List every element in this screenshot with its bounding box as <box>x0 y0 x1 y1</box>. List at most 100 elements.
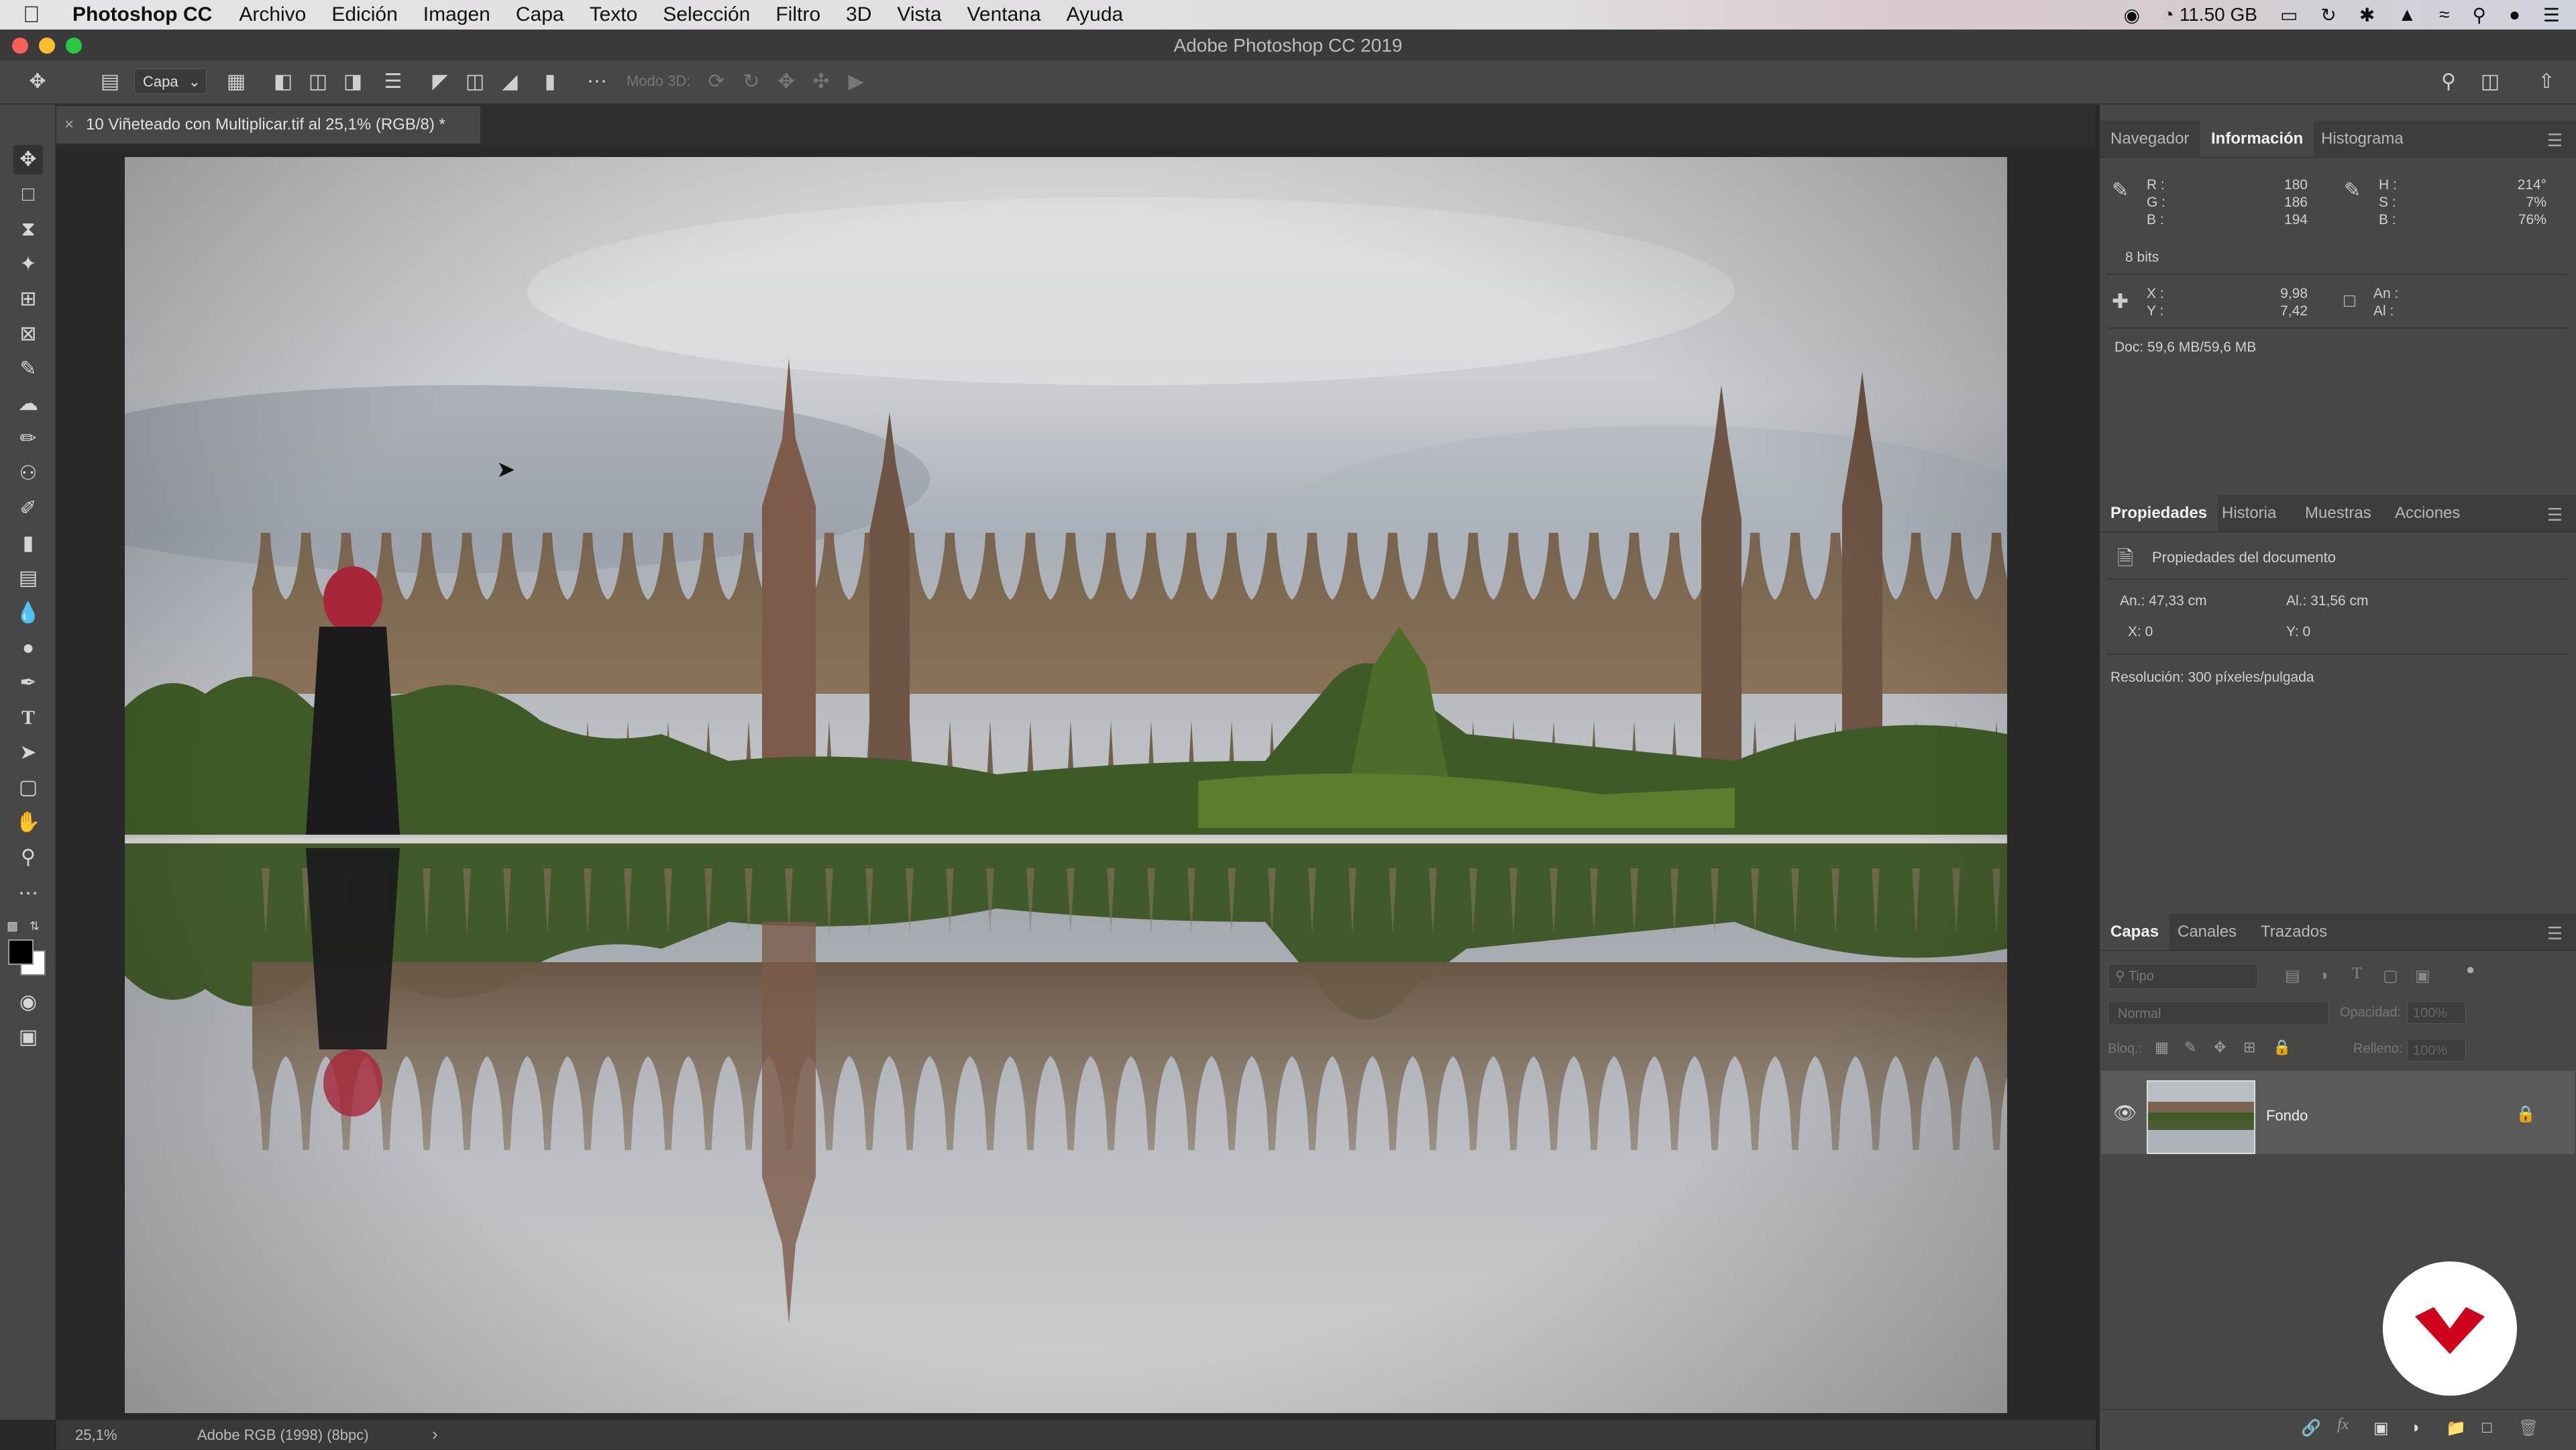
roll-3d-icon[interactable]: ↻ <box>739 70 763 94</box>
more-options-icon[interactable]: ⋯ <box>585 70 609 94</box>
orbit-3d-icon[interactable]: ⟳ <box>704 70 729 94</box>
edit-toolbar-icon[interactable]: ⋯ <box>13 879 43 909</box>
hand-tool-icon[interactable]: ✋ <box>13 808 43 837</box>
new-group-icon[interactable]: 📁 <box>2446 1418 2466 1438</box>
apple-menu-icon[interactable]:  <box>23 2 50 28</box>
foreground-color-swatch[interactable] <box>8 939 34 965</box>
status-menu-arrow-icon[interactable]: › <box>432 1424 438 1445</box>
eyedropper-readout-icon[interactable]: ✎ <box>2112 178 2129 202</box>
panel-menu-icon[interactable]: ☰ <box>2547 923 2563 944</box>
menu-ayuda[interactable]: Ayuda <box>1067 3 1124 26</box>
layer-filter-select[interactable]: ⚲ Tipo <box>2108 964 2258 989</box>
menu-capa[interactable]: Capa <box>516 3 564 26</box>
close-document-icon[interactable]: × <box>64 106 74 144</box>
lock-all-icon[interactable]: 🔒 <box>2273 1039 2291 1056</box>
airplay-icon[interactable]: ▲ <box>2398 4 2416 25</box>
distribute-v-icon[interactable]: ▮ <box>538 70 562 94</box>
layer-name[interactable]: Fondo <box>2266 1107 2308 1125</box>
fill-field[interactable]: 100% <box>2407 1039 2466 1061</box>
path-selection-tool-icon[interactable]: ➤ <box>13 738 43 768</box>
new-layer-icon[interactable]: □ <box>2482 1418 2492 1437</box>
pan-3d-icon[interactable]: ✥ <box>774 70 798 94</box>
menu-3d[interactable]: 3D <box>846 3 871 26</box>
adjustment-layer-icon[interactable]: ◑ <box>2410 1418 2420 1437</box>
clone-stamp-tool-icon[interactable]: ⚇ <box>13 459 43 488</box>
zoom-tool-icon[interactable]: ⚲ <box>13 843 43 872</box>
opacity-field[interactable]: 100% <box>2407 1001 2466 1024</box>
filter-shape-icon[interactable]: ▢ <box>2383 966 2398 986</box>
creative-cloud-icon[interactable]: ◉ <box>2124 4 2140 26</box>
tab-canales[interactable]: Canales <box>2167 914 2247 950</box>
scale-3d-icon[interactable]: ▶ <box>844 70 868 94</box>
menu-app-name[interactable]: Photoshop CC <box>72 3 212 26</box>
quick-mask-icon[interactable]: ◉ <box>13 988 43 1017</box>
memory-status[interactable]: ◔ 11.50 GB <box>2163 4 2257 25</box>
crop-tool-icon[interactable]: ⊞ <box>13 284 43 314</box>
menu-edicion[interactable]: Edición <box>331 3 397 26</box>
visibility-eye-icon[interactable]: 👁 <box>2113 1102 2137 1124</box>
bluetooth-icon[interactable]: ✱ <box>2359 4 2375 26</box>
swap-colors-icon[interactable]: ⇅ <box>30 919 46 935</box>
panel-menu-icon[interactable]: ☰ <box>2547 130 2563 151</box>
rectangle-tool-icon[interactable]: ▢ <box>13 773 43 802</box>
document-image[interactable] <box>125 157 2007 1413</box>
align-left-icon[interactable]: ◧ <box>271 70 295 94</box>
tab-trazados[interactable]: Trazados <box>2250 914 2338 950</box>
tab-acciones[interactable]: Acciones <box>2384 495 2471 531</box>
tab-histograma[interactable]: Histograma <box>2310 121 2414 157</box>
screen-mode-icon[interactable]: ▣ <box>13 1023 43 1052</box>
properties-width[interactable]: An.: 47,33 cm <box>2120 593 2207 609</box>
auto-select-target-select[interactable]: Capa ⌄ <box>134 68 207 94</box>
tab-informacion[interactable]: Información <box>2200 121 2314 157</box>
healing-brush-tool-icon[interactable]: ☁ <box>13 389 43 419</box>
document-tab[interactable]: × 10 Viñeteado con Multiplicar.tif al 25… <box>56 106 480 144</box>
magic-wand-tool-icon[interactable]: ✦ <box>13 250 43 279</box>
menu-seleccion[interactable]: Selección <box>663 3 750 26</box>
tab-propiedades[interactable]: Propiedades <box>2100 495 2218 531</box>
align-right-icon[interactable]: ◨ <box>341 70 365 94</box>
display-icon[interactable]: ▭ <box>2280 4 2298 26</box>
sync-icon[interactable]: ↻ <box>2320 4 2336 26</box>
gradient-tool-icon[interactable]: ▤ <box>13 564 43 593</box>
properties-height[interactable]: Al.: 31,56 cm <box>2286 593 2369 609</box>
panel-menu-icon[interactable]: ☰ <box>2547 505 2563 525</box>
filter-smart-object-icon[interactable]: ▣ <box>2415 966 2430 986</box>
align-middle-v-icon[interactable]: ◫ <box>463 70 487 94</box>
link-layers-icon[interactable]: 🔗 <box>2301 1418 2321 1438</box>
history-brush-tool-icon[interactable]: ✐ <box>13 494 43 523</box>
auto-select-icon[interactable]: ▤ <box>98 70 122 94</box>
spotlight-search-icon[interactable]: ⚲ <box>2472 4 2486 26</box>
zoom-level-field[interactable]: 25,1% <box>75 1427 117 1444</box>
slide-3d-icon[interactable]: ✣ <box>809 70 833 94</box>
default-colors-icon[interactable]: ▩ <box>7 919 23 935</box>
eyedropper-tool-icon[interactable]: ✎ <box>13 354 43 384</box>
tab-navegador[interactable]: Navegador <box>2100 121 2200 157</box>
blur-tool-icon[interactable]: 💧 <box>13 599 43 628</box>
properties-y[interactable]: Y: 0 <box>2286 624 2310 640</box>
lock-position-icon[interactable]: ✥ <box>2214 1039 2226 1056</box>
layer-lock-icon[interactable]: 🔒 <box>2516 1104 2536 1124</box>
tab-capas[interactable]: Capas <box>2100 914 2170 950</box>
move-tool-icon[interactable]: ✥ <box>13 145 43 174</box>
eyedropper-readout-2-icon[interactable]: ✎ <box>2344 178 2361 202</box>
frame-tool-icon[interactable]: ⊠ <box>13 319 43 349</box>
tab-historia[interactable]: Historia <box>2211 495 2287 531</box>
layer-style-icon[interactable]: fx <box>2337 1416 2349 1434</box>
tab-muestras[interactable]: Muestras <box>2294 495 2382 531</box>
menu-imagen[interactable]: Imagen <box>423 3 490 26</box>
distribute-icon[interactable]: ☰ <box>381 70 405 94</box>
menu-texto[interactable]: Texto <box>590 3 638 26</box>
align-bottom-icon[interactable]: ◢ <box>498 70 522 94</box>
move-tool-preset-icon[interactable]: ✥ <box>25 70 50 94</box>
layer-thumbnail[interactable] <box>2147 1080 2255 1154</box>
delete-layer-icon[interactable]: 🗑 <box>2518 1418 2538 1438</box>
marquee-tool-icon[interactable]: □ <box>13 180 43 209</box>
pen-tool-icon[interactable]: ✒ <box>13 668 43 698</box>
share-icon[interactable]: ⇧ <box>2534 70 2559 94</box>
align-top-icon[interactable]: ◤ <box>428 70 452 94</box>
lock-image-icon[interactable]: ✎ <box>2184 1039 2196 1056</box>
dodge-tool-icon[interactable]: ● <box>13 633 43 663</box>
add-mask-icon[interactable]: ▣ <box>2373 1418 2389 1438</box>
menu-archivo[interactable]: Archivo <box>239 3 306 26</box>
lasso-tool-icon[interactable]: ⧗ <box>13 215 43 244</box>
